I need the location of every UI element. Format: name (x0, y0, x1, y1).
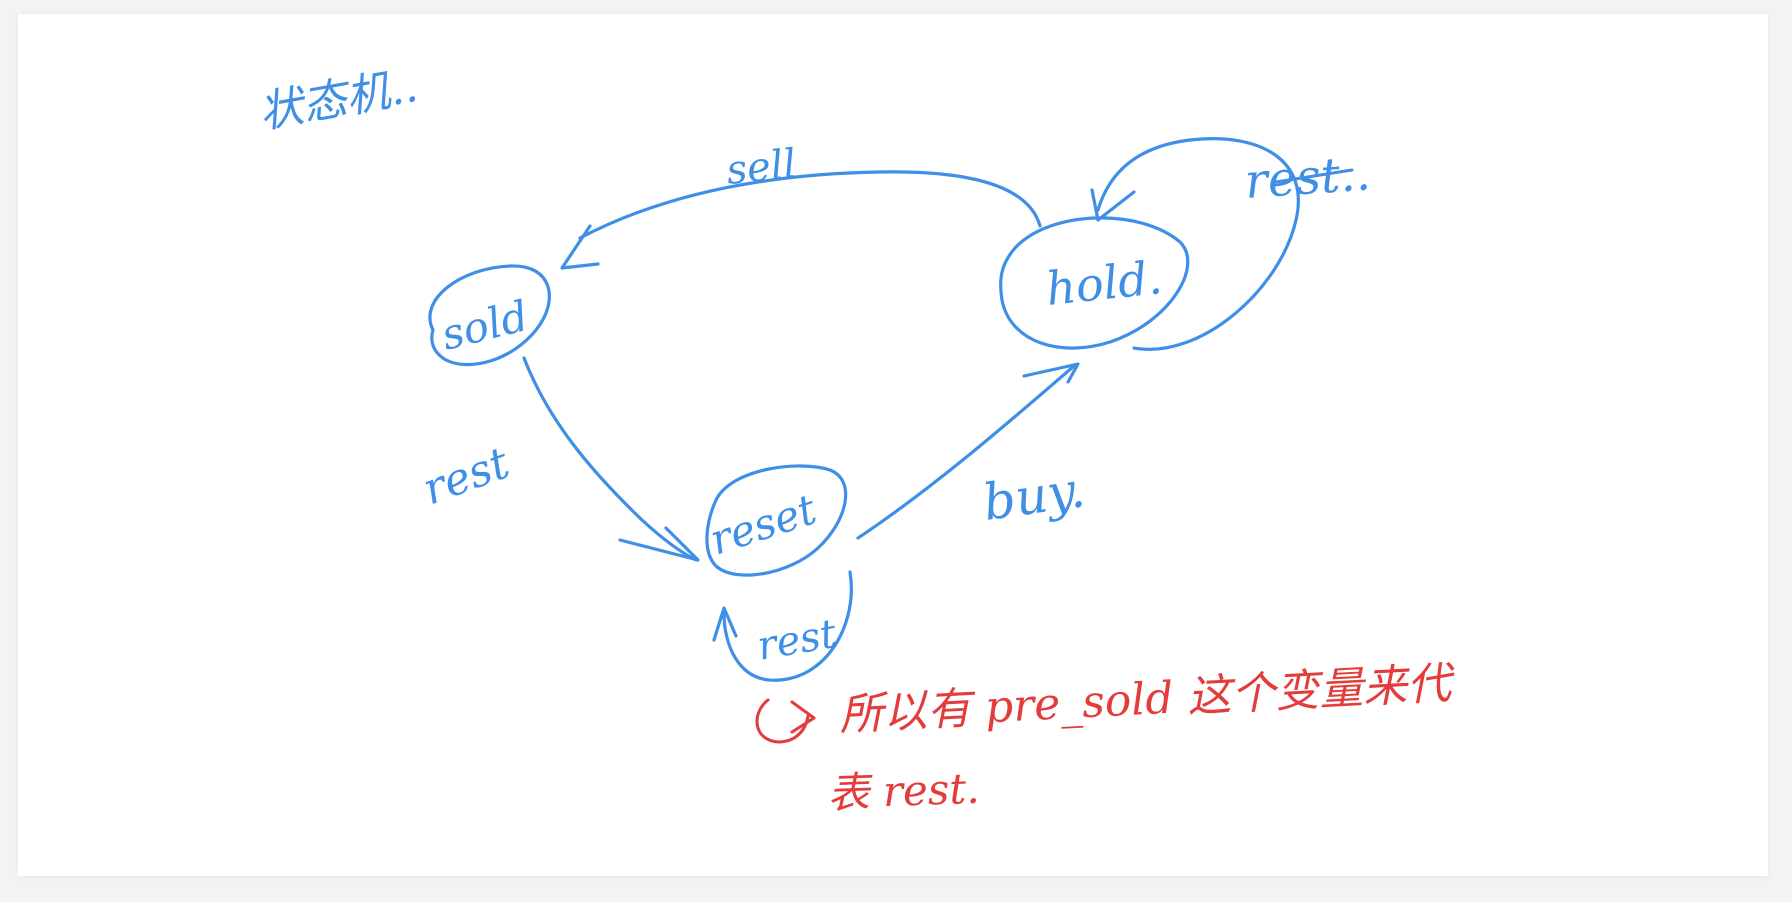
note-line-1: 所以有 pre_sold 这个变量来代 (838, 658, 1457, 741)
reset-state-label: reset (704, 484, 822, 564)
buy-arrowhead (1022, 362, 1080, 384)
sold-to-reset-arrow (522, 356, 698, 562)
diagram-title: 状态机.. (255, 61, 421, 139)
sold-to-reset-label: rest (416, 437, 516, 515)
sold-state-label: sold (437, 291, 533, 360)
sell-transition-arrow (578, 170, 1042, 240)
buy-transition-label: buy. (980, 460, 1089, 532)
note-line-2: 表 rest. (827, 764, 981, 818)
sell-transition-label: sell (724, 141, 798, 194)
hold-state-label: hold. (1044, 250, 1165, 316)
reset-self-loop-label: rest (754, 611, 841, 670)
state-machine-diagram: 状态机.. sold hold. reset sell rest.. rest … (255, 61, 1457, 818)
